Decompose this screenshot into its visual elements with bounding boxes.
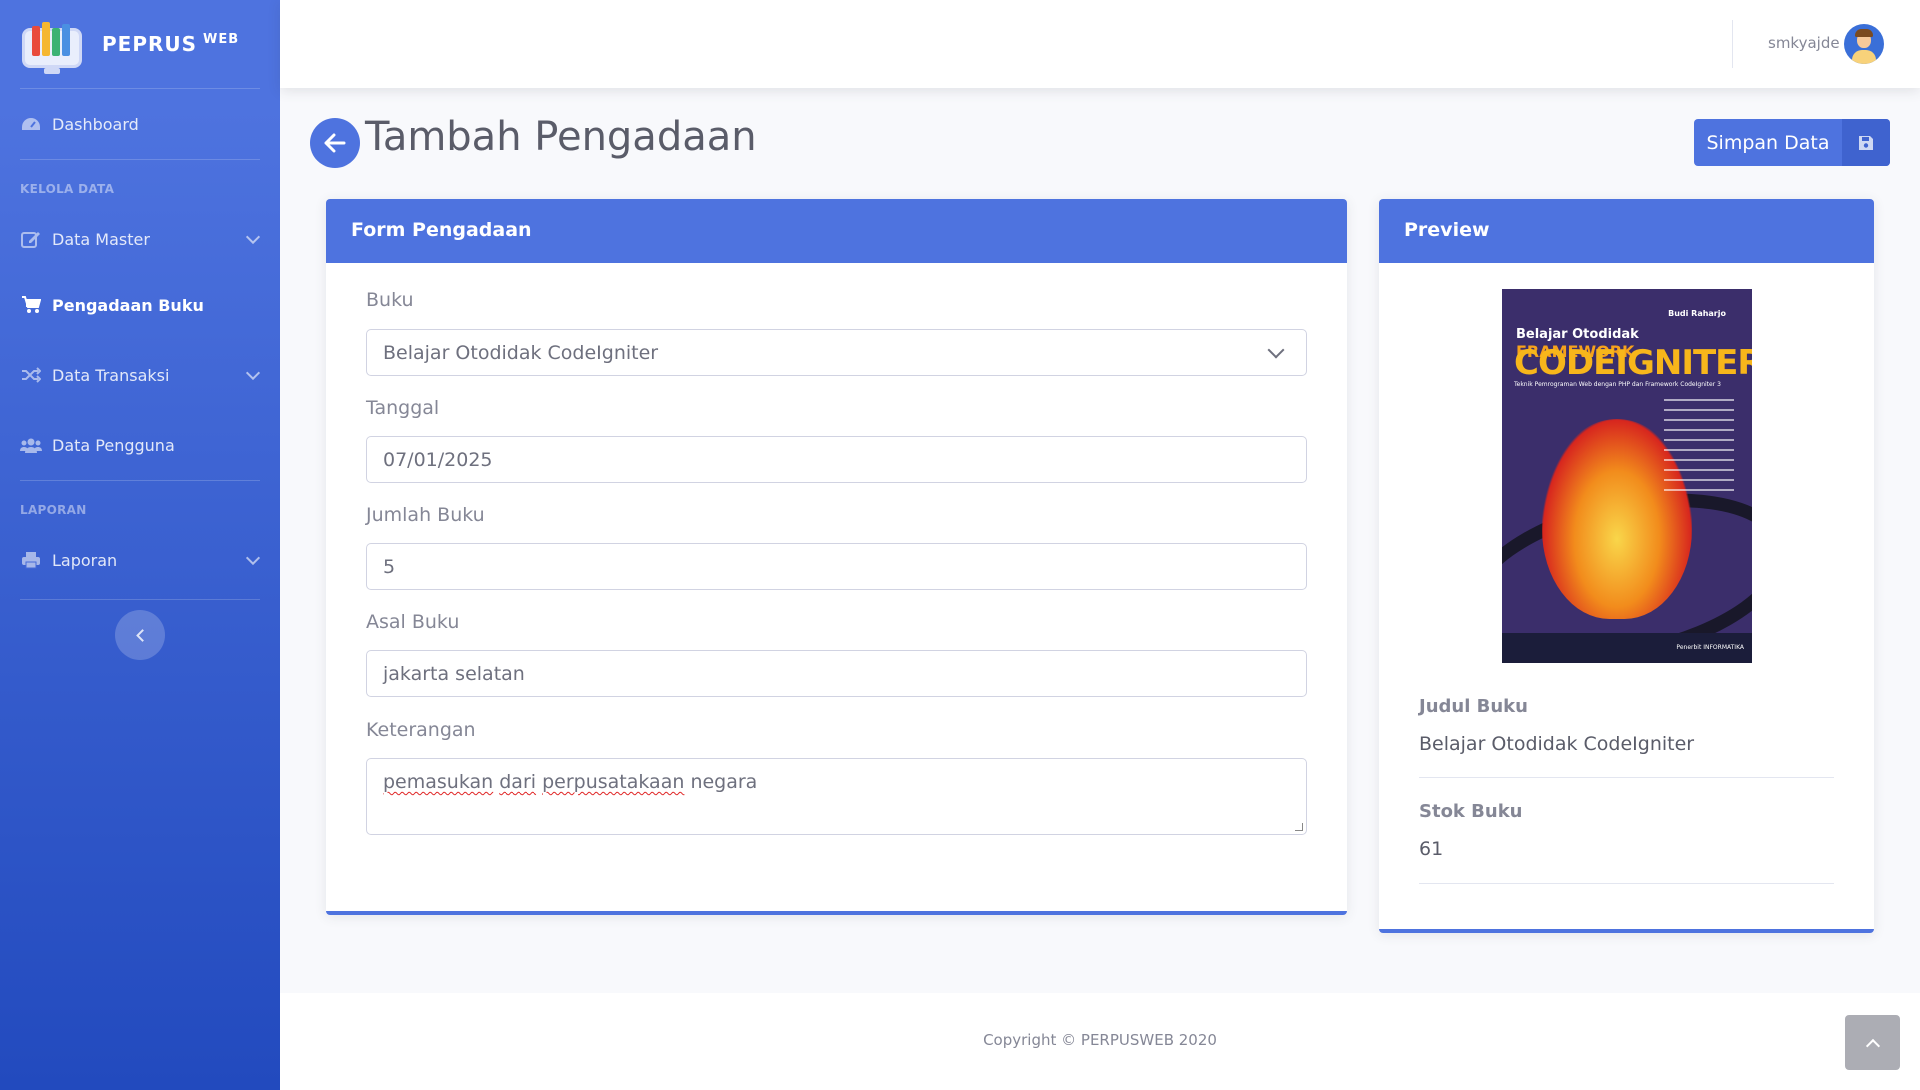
form-card-header: Form Pengadaan [326,199,1347,263]
topbar: smkyajde [280,0,1920,88]
keterangan-textarea[interactable]: pemasukan dari perpusatakaan negara [366,758,1307,835]
sidebar-item-label: Data Master [52,229,150,249]
buku-label: Buku [366,289,414,311]
book-cover-image: Budi Raharjo Belajar Otodidak FRAMEWORK … [1502,289,1752,663]
save-button-label: Simpan Data [1706,131,1830,154]
sidebar-divider [20,599,260,600]
page-title: Tambah Pengadaan [365,114,757,160]
sidebar-item-data-pengguna[interactable]: Data Pengguna [0,410,280,480]
random-icon [20,366,42,384]
judul-label: Judul Buku [1419,696,1528,717]
keterangan-word: dari [499,771,537,793]
topbar-divider [1732,20,1733,68]
buku-select[interactable]: Belajar Otodidak CodeIgniter [366,329,1307,376]
chevron-left-icon [135,628,149,642]
preview-card-header: Preview [1379,199,1874,263]
sidebar-heading-kelola: KELOLA DATA [20,182,115,196]
sidebar-item-label: Data Pengguna [52,435,175,455]
buku-select-value: Belajar Otodidak CodeIgniter [383,342,659,364]
sidebar-item-pengadaan-buku[interactable]: Pengadaan Buku [0,270,280,340]
tanggal-value: 07/01/2025 [383,449,493,471]
preview-card: Preview Budi Raharjo Belajar Otodidak FR… [1379,199,1874,933]
sidebar-heading-laporan: LAPORAN [20,503,87,517]
save-icon [1842,119,1890,166]
chevron-down-icon [1267,341,1285,359]
asal-input[interactable]: jakarta selatan [366,650,1307,697]
cover-title: CODEIGNITER [1514,343,1752,383]
chevron-down-icon [245,365,261,381]
sidebar-item-label: Pengadaan Buku [52,295,204,315]
asal-value: jakarta selatan [383,663,525,685]
jumlah-label: Jumlah Buku [366,504,485,526]
brand-name: PEPRUS WEB [102,32,240,56]
back-button[interactable] [310,118,360,168]
jumlah-value: 5 [383,556,396,578]
asal-label: Asal Buku [366,611,460,633]
stok-label: Stok Buku [1419,801,1523,822]
arrow-left-icon [324,133,346,153]
copyright-text: Copyright © PERPUSWEB 2020 [983,1031,1217,1049]
sidebar-item-label: Data Transaksi [52,365,170,385]
cover-publisher: Penerbit INFORMATIKA [1676,644,1744,651]
sidebar-item-dashboard[interactable]: Dashboard [0,89,280,159]
tachometer-icon [20,115,42,133]
chevron-down-icon [245,550,261,566]
cover-author: Budi Raharjo [1668,309,1726,318]
print-icon [20,551,42,569]
sidebar-item-label: Laporan [52,550,118,570]
keterangan-word: perpusatakaan [542,771,685,793]
avatar[interactable] [1844,24,1884,64]
resize-handle[interactable] [1295,823,1303,831]
user-name[interactable]: smkyajde [1768,34,1840,52]
cart-icon [20,296,42,314]
sidebar: PEPRUS WEB Dashboard KELOLA DATA Data Mas… [0,0,280,1090]
keterangan-word: pemasukan [383,771,494,793]
card-bottom-border [326,911,1347,915]
chevron-up-icon [1865,1038,1880,1053]
card-bottom-border [1379,929,1874,933]
preview-divider [1419,883,1834,884]
scroll-to-top-button[interactable] [1845,1015,1900,1070]
keterangan-label: Keterangan [366,719,476,741]
form-card: Form Pengadaan Buku Belajar Otodidak Cod… [326,199,1347,915]
edit-icon [20,230,42,248]
jumlah-input[interactable]: 5 [366,543,1307,590]
users-icon [20,436,42,454]
sidebar-toggle-button[interactable] [115,610,165,660]
keterangan-word: negara [690,771,758,793]
preview-divider [1419,777,1834,778]
tanggal-input[interactable]: 07/01/2025 [366,436,1307,483]
chevron-down-icon [245,229,261,245]
brand-suffix: WEB [203,32,240,48]
sidebar-item-label: Dashboard [52,114,139,134]
judul-value: Belajar Otodidak CodeIgniter [1419,733,1695,755]
cover-tagline: Teknik Pemrograman Web dengan PHP dan Fr… [1514,381,1721,388]
save-button[interactable]: Simpan Data [1694,119,1890,166]
stok-value: 61 [1419,838,1444,860]
sidebar-item-laporan[interactable]: Laporan [0,529,280,591]
brand[interactable]: PEPRUS WEB [0,0,280,88]
sidebar-item-data-transaksi[interactable]: Data Transaksi [0,340,280,410]
footer: Copyright © PERPUSWEB 2020 [280,993,1920,1090]
library-logo-icon [20,14,84,74]
sidebar-item-data-master[interactable]: Data Master [0,208,280,270]
tanggal-label: Tanggal [366,397,440,419]
